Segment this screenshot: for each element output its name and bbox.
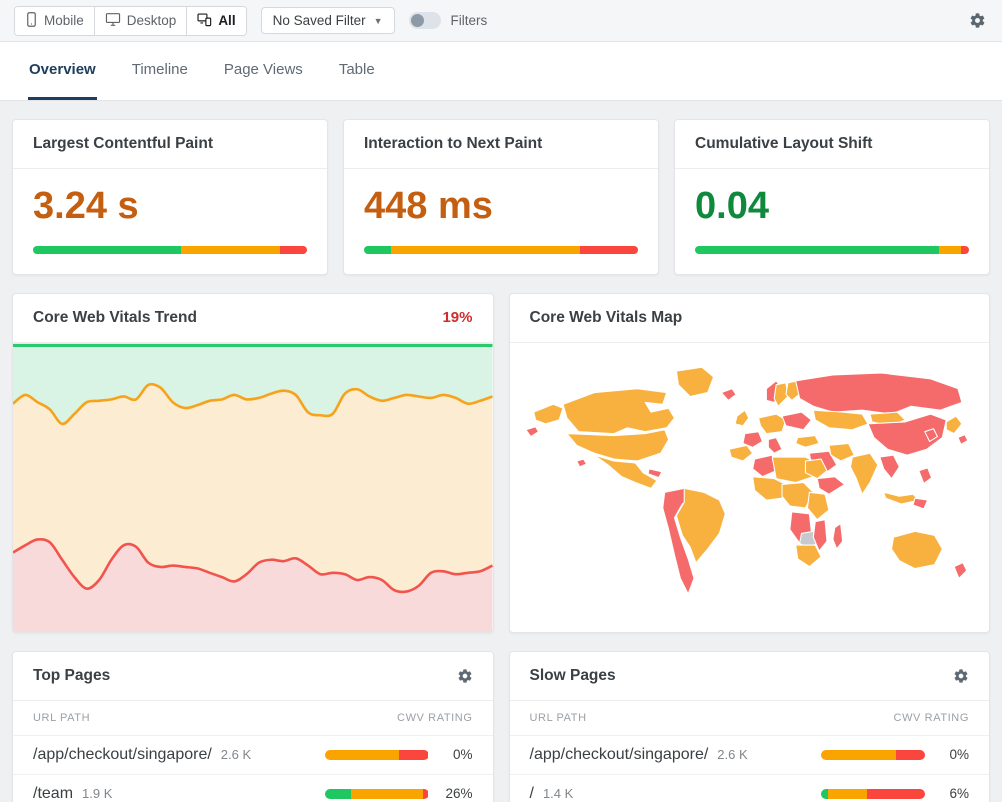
metric-card-cls: Cumulative Layout Shift 0.04 [674,119,990,275]
metric-body: 0.04 [675,169,989,274]
cwv-distribution-bar [364,246,638,254]
tab-overview[interactable]: Overview [28,42,97,100]
all-devices-icon [197,12,212,30]
card-title: Core Web Vitals Trend [33,309,197,327]
tab-bar: Overview Timeline Page Views Table [0,42,1002,101]
trend-card-header: Core Web Vitals Trend 19% [13,294,493,343]
table-header: URL PATH CWV RATING [510,701,990,736]
metric-card-lcp: Largest Contentful Paint 3.24 s [12,119,328,275]
url-path[interactable]: / [530,785,534,802]
metric-value: 0.04 [695,185,969,229]
column-cwv-rating: CWV RATING [397,712,472,724]
page-view-count: 2.6 K [717,747,747,762]
device-button-desktop[interactable]: Desktop [95,7,188,35]
metric-cards-row: Largest Contentful Paint 3.24 s Interact… [12,119,990,275]
toggle-knob [411,14,424,27]
cwv-rating-percent: 0% [935,747,969,762]
cwv-rating-bar [821,789,925,799]
metric-body: 448 ms [344,169,658,274]
cwv-rating-percent: 26% [439,786,473,801]
saved-filter-label: No Saved Filter [273,13,366,28]
page-view-count: 2.6 K [221,747,251,762]
url-path[interactable]: /app/checkout/singapore/ [33,746,212,764]
device-button-label: Mobile [44,13,84,28]
cwv-rating-bar [325,750,429,760]
top-pages-card: Top Pages URL PATH CWV RATING /app/check… [12,651,494,802]
saved-filter-dropdown[interactable]: No Saved Filter ▼ [261,7,395,34]
filters-label: Filters [451,13,488,28]
cwv-rating-percent: 0% [439,747,473,762]
mobile-phone-icon [25,12,38,30]
page-view-count: 1.4 K [543,786,573,801]
settings-icon[interactable] [953,668,969,684]
tab-table[interactable]: Table [338,42,376,100]
tab-page-views[interactable]: Page Views [223,42,304,100]
settings-icon[interactable] [457,668,473,684]
url-path[interactable]: /app/checkout/singapore/ [530,746,709,764]
cwv-rating-bar [821,750,925,760]
device-button-label: Desktop [127,13,177,28]
world-map-svg [520,349,980,618]
card-title: Core Web Vitals Map [510,294,990,343]
settings-icon[interactable] [969,12,986,34]
tables-row: Top Pages URL PATH CWV RATING /app/check… [12,651,990,802]
cwv-world-map[interactable] [510,343,990,632]
tab-label: Timeline [132,61,188,78]
device-button-label: All [218,13,235,28]
dashboard-content: Largest Contentful Paint 3.24 s Interact… [0,101,1002,802]
cwv-rating-bar [325,789,429,799]
page-view-count: 1.9 K [82,786,112,801]
card-title: Interaction to Next Paint [344,120,658,169]
tab-label: Overview [29,61,96,78]
cwv-distribution-bar [33,246,307,254]
table-header: URL PATH CWV RATING [13,701,493,736]
card-title: Largest Contentful Paint [13,120,327,169]
slow-pages-card: Slow Pages URL PATH CWV RATING /app/chec… [509,651,991,802]
cwv-distribution-bar [695,246,969,254]
desktop-monitor-icon [105,12,121,30]
cwv-rating-percent: 6% [935,786,969,801]
device-button-all[interactable]: All [187,7,245,35]
chevron-down-icon: ▼ [374,16,383,26]
table-row[interactable]: /team 1.9 K 26% [13,775,493,802]
trend-percentage-badge: 19% [442,309,472,326]
column-cwv-rating: CWV RATING [894,712,969,724]
metric-card-inp: Interaction to Next Paint 448 ms [343,119,659,275]
url-path[interactable]: /team [33,785,73,802]
card-title: Cumulative Layout Shift [675,120,989,169]
metric-body: 3.24 s [13,169,327,274]
tab-label: Table [339,61,375,78]
table-row[interactable]: /app/checkout/singapore/ 2.6 K 0% [13,736,493,775]
metric-value: 448 ms [364,185,638,229]
metric-value: 3.24 s [33,185,307,229]
cwv-trend-chart [13,343,493,632]
device-button-mobile[interactable]: Mobile [15,7,95,35]
map-card: Core Web Vitals Map [509,293,991,633]
filters-toggle-group: Filters [409,12,488,29]
filters-toggle[interactable] [409,12,441,29]
device-filter-group: Mobile Desktop All [14,6,247,36]
tab-label: Page Views [224,61,303,78]
charts-row: Core Web Vitals Trend 19% Core Web Vital… [12,293,990,633]
table-row[interactable]: /app/checkout/singapore/ 2.6 K 0% [510,736,990,775]
card-title: Top Pages [33,667,110,685]
column-url-path: URL PATH [530,712,587,724]
card-title: Slow Pages [530,667,616,685]
toolbar: Mobile Desktop All No Saved Filter ▼ Fil… [0,0,1002,42]
column-url-path: URL PATH [33,712,90,724]
tab-timeline[interactable]: Timeline [131,42,189,100]
trend-card: Core Web Vitals Trend 19% [12,293,494,633]
table-row[interactable]: / 1.4 K 6% [510,775,990,802]
